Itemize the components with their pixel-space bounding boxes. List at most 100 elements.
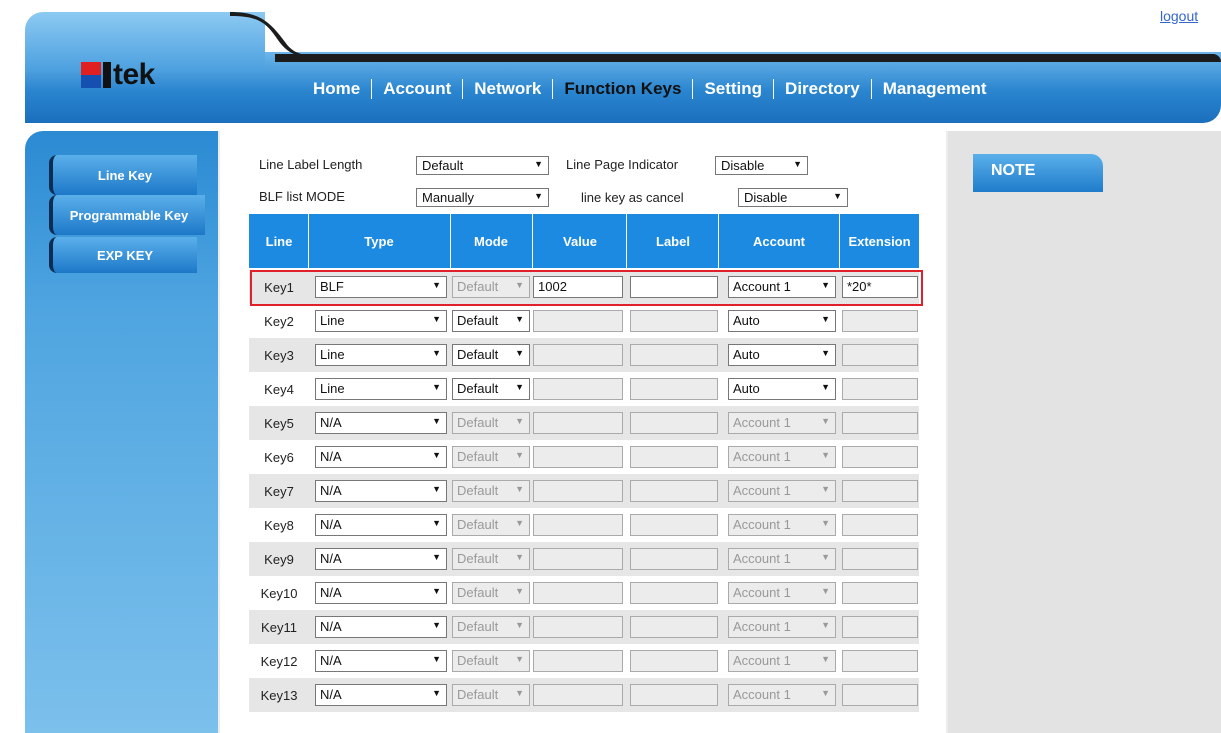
select-value: N/A <box>320 687 342 702</box>
mode-select[interactable]: Default ▼ <box>452 378 530 400</box>
line-label-length-select[interactable]: Default ▼ <box>416 156 549 175</box>
label-input[interactable] <box>630 514 718 536</box>
value-input[interactable] <box>533 616 623 638</box>
extension-input[interactable] <box>842 616 918 638</box>
extension-input[interactable] <box>842 684 918 706</box>
extension-input[interactable] <box>842 344 918 366</box>
nav-setting[interactable]: Setting <box>693 79 773 99</box>
select-value: Disable <box>744 190 788 205</box>
label-input[interactable] <box>630 582 718 604</box>
dropdown-arrow-icon: ▼ <box>833 191 842 201</box>
label-input[interactable] <box>630 310 718 332</box>
select-value: Auto <box>733 313 760 328</box>
extension-input[interactable] <box>842 310 918 332</box>
table-row: Key4 Line ▼ Default ▼ Auto ▼ <box>249 372 919 406</box>
account-select[interactable]: Account 1 ▼ <box>728 446 836 468</box>
line-page-indicator-select[interactable]: Disable ▼ <box>715 156 808 175</box>
account-select[interactable]: Account 1 ▼ <box>728 412 836 434</box>
nav-function-keys[interactable]: Function Keys <box>553 79 692 99</box>
account-select[interactable]: Auto ▼ <box>728 344 836 366</box>
label-input[interactable] <box>630 480 718 502</box>
account-select[interactable]: Account 1 ▼ <box>728 480 836 502</box>
sidebar-item-programmable-key[interactable]: Programmable Key <box>49 195 205 235</box>
extension-input[interactable] <box>842 650 918 672</box>
logout-link[interactable]: logout <box>1160 8 1198 24</box>
htek-logo: tek <box>81 57 155 93</box>
account-select[interactable]: Account 1 ▼ <box>728 684 836 706</box>
logo-text: tek <box>113 58 155 91</box>
value-input[interactable] <box>533 514 623 536</box>
sidebar-item-line-key[interactable]: Line Key <box>49 155 197 195</box>
select-value: Manually <box>422 190 475 205</box>
type-select[interactable]: N/A ▼ <box>315 514 447 536</box>
account-select[interactable]: Account 1 ▼ <box>728 616 836 638</box>
mode-select[interactable]: Default ▼ <box>452 684 530 706</box>
mode-select[interactable]: Default ▼ <box>452 446 530 468</box>
value-input[interactable] <box>533 378 623 400</box>
select-value: N/A <box>320 619 342 634</box>
sidebar-item-exp-key[interactable]: EXP KEY <box>49 237 197 273</box>
mode-select[interactable]: Default ▼ <box>452 344 530 366</box>
extension-input[interactable] <box>842 548 918 570</box>
line-key-as-cancel-select[interactable]: Disable ▼ <box>738 188 848 207</box>
nav-management[interactable]: Management <box>872 79 998 99</box>
type-select[interactable]: Line ▼ <box>315 310 447 332</box>
value-input[interactable] <box>533 684 623 706</box>
type-select[interactable]: Line ▼ <box>315 344 447 366</box>
account-select[interactable]: Account 1 ▼ <box>728 650 836 672</box>
mode-select[interactable]: Default ▼ <box>452 480 530 502</box>
mode-select[interactable]: Default ▼ <box>452 514 530 536</box>
account-select[interactable]: Account 1 ▼ <box>728 548 836 570</box>
dropdown-arrow-icon: ▼ <box>821 382 830 392</box>
label-input[interactable] <box>630 684 718 706</box>
extension-input[interactable] <box>842 412 918 434</box>
nav-home[interactable]: Home <box>302 79 371 99</box>
label-input[interactable] <box>630 412 718 434</box>
type-select[interactable]: N/A ▼ <box>315 616 447 638</box>
mode-select[interactable]: Default ▼ <box>452 616 530 638</box>
extension-input[interactable] <box>842 378 918 400</box>
account-select[interactable]: Account 1 ▼ <box>728 582 836 604</box>
nav-network[interactable]: Network <box>463 79 552 99</box>
type-select[interactable]: N/A ▼ <box>315 446 447 468</box>
mode-select[interactable]: Default ▼ <box>452 412 530 434</box>
value-input[interactable] <box>533 446 623 468</box>
extension-input[interactable] <box>842 582 918 604</box>
mode-select[interactable]: Default ▼ <box>452 650 530 672</box>
type-select[interactable]: N/A ▼ <box>315 412 447 434</box>
account-select[interactable]: Auto ▼ <box>728 378 836 400</box>
type-select[interactable]: N/A ▼ <box>315 582 447 604</box>
nav-account[interactable]: Account <box>372 79 462 99</box>
value-input[interactable] <box>533 582 623 604</box>
label-input[interactable] <box>630 446 718 468</box>
mode-select[interactable]: Default ▼ <box>452 310 530 332</box>
type-select[interactable]: N/A ▼ <box>315 480 447 502</box>
mode-select[interactable]: Default ▼ <box>452 582 530 604</box>
label-input[interactable] <box>630 344 718 366</box>
mode-select[interactable]: Default ▼ <box>452 548 530 570</box>
value-input[interactable] <box>533 344 623 366</box>
select-value: Line <box>320 381 345 396</box>
account-select[interactable]: Account 1 ▼ <box>728 514 836 536</box>
value-input[interactable] <box>533 650 623 672</box>
label-input[interactable] <box>630 650 718 672</box>
value-input[interactable] <box>533 310 623 332</box>
type-select[interactable]: Line ▼ <box>315 378 447 400</box>
select-value: Default <box>457 687 499 702</box>
value-input[interactable] <box>533 412 623 434</box>
label-input[interactable] <box>630 616 718 638</box>
label-input[interactable] <box>630 378 718 400</box>
line-key-as-cancel-label: line key as cancel <box>581 190 684 205</box>
blf-list-mode-select[interactable]: Manually ▼ <box>416 188 549 207</box>
account-select[interactable]: Auto ▼ <box>728 310 836 332</box>
label-input[interactable] <box>630 548 718 570</box>
extension-input[interactable] <box>842 514 918 536</box>
value-input[interactable] <box>533 548 623 570</box>
type-select[interactable]: N/A ▼ <box>315 684 447 706</box>
extension-input[interactable] <box>842 446 918 468</box>
extension-input[interactable] <box>842 480 918 502</box>
value-input[interactable] <box>533 480 623 502</box>
nav-directory[interactable]: Directory <box>774 79 871 99</box>
type-select[interactable]: N/A ▼ <box>315 650 447 672</box>
type-select[interactable]: N/A ▼ <box>315 548 447 570</box>
